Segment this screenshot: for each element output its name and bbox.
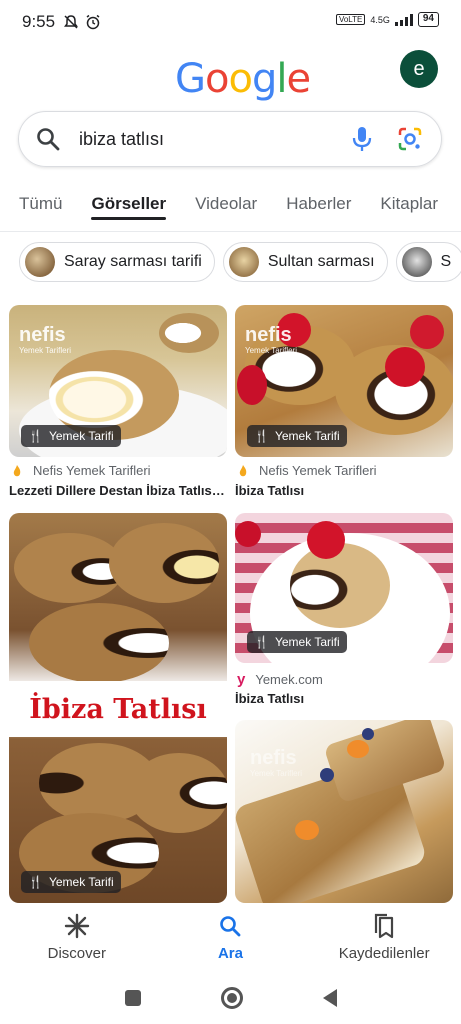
volte-badge: VoLTE: [335, 14, 366, 25]
bookmarks-icon: [372, 913, 396, 939]
blueberry: [362, 728, 374, 740]
result-title[interactable]: Lezzeti Dillere Destan İbiza Tatlısı ...: [9, 483, 227, 498]
result-image[interactable]: nefis Yemek Tarifleri 🍴 Yemek Tarifi: [235, 305, 453, 457]
network-type: 4.5G: [370, 14, 390, 25]
strawberry: [385, 347, 425, 387]
result-image[interactable]: 🍴 Yemek Tarifi: [235, 513, 453, 663]
logo-letter: o: [228, 56, 253, 102]
orange-slice: [295, 820, 319, 840]
nefis-watermark: nefis Yemek Tarifleri: [250, 748, 303, 782]
signal-icon: [394, 13, 413, 26]
tab-all[interactable]: Tümü: [19, 190, 62, 230]
notifications-off-icon: [64, 15, 79, 29]
system-navigation: [0, 972, 461, 1024]
strawberry: [410, 315, 444, 349]
strawberry: [307, 521, 345, 559]
fork-knife-icon: 🍴: [254, 635, 269, 649]
logo-letter: e: [286, 56, 311, 102]
nefis-favicon: [239, 464, 247, 476]
result-image[interactable]: nefis Yemek Tarifleri: [235, 720, 453, 903]
tab-videos[interactable]: Videolar: [195, 190, 257, 230]
watermark-subtext: Yemek Tarifleri: [245, 346, 298, 355]
blueberry: [320, 768, 334, 782]
search-tabs: Tümü Görseller Videolar Haberler Kitapla…: [0, 190, 461, 230]
source-name: Nefis Yemek Tarifleri: [33, 463, 151, 478]
back-button[interactable]: [322, 989, 337, 1007]
recipe-badge: 🍴 Yemek Tarifi: [21, 425, 121, 447]
orange-slice: [347, 740, 369, 758]
logo-letter: G: [175, 56, 206, 102]
result-title[interactable]: İbiza Tatlısı: [235, 691, 453, 706]
status-bar: 9:55 VoLTE 4.5G 94: [0, 0, 461, 44]
fork-knife-icon: 🍴: [254, 429, 269, 443]
tab-news[interactable]: Haberler: [286, 190, 351, 230]
chip-thumbnail: [25, 247, 55, 277]
result-source[interactable]: Nefis Yemek Tarifleri: [11, 463, 151, 478]
fork-knife-icon: 🍴: [28, 875, 43, 889]
discover-asterisk-icon: [64, 913, 90, 939]
fork-knife-icon: 🍴: [28, 429, 43, 443]
search-icon: [218, 913, 242, 939]
nefis-watermark: nefis Yemek Tarifleri: [245, 325, 298, 359]
strawberry: [237, 365, 267, 405]
chip-label: Sultan sarması: [267, 253, 375, 270]
recipe-badge: 🍴 Yemek Tarifi: [247, 631, 347, 653]
chip-thumbnail: [401, 247, 432, 277]
chip-label: S: [440, 253, 452, 270]
chip-label: Saray sarması tarifi: [64, 253, 202, 270]
status-time: 9:55: [22, 12, 56, 31]
logo-letter: g: [251, 56, 277, 102]
recipe-badge: 🍴 Yemek Tarifi: [21, 871, 121, 893]
recents-button[interactable]: [124, 990, 141, 1006]
badge-label: Yemek Tarifi: [274, 429, 340, 443]
search-icon: [37, 128, 60, 151]
related-chips: Saray sarması tarifi Sultan sarması S: [19, 242, 461, 282]
result-source[interactable]: y Yemek.com: [237, 671, 323, 688]
alarm-icon: [86, 14, 100, 30]
badge-label: Yemek Tarifi: [48, 875, 114, 889]
source-name: Nefis Yemek Tarifleri: [259, 463, 377, 478]
badge-label: Yemek Tarifi: [274, 635, 340, 649]
nav-search[interactable]: Ara: [160, 913, 300, 962]
nav-search-label: Ara: [217, 944, 243, 962]
nav-saved[interactable]: Kaydedilenler: [314, 913, 454, 962]
badge-label: Yemek Tarifi: [48, 429, 114, 443]
battery-icon: 94: [417, 12, 439, 27]
result-title[interactable]: İbiza Tatlısı: [235, 483, 453, 498]
nefis-watermark: nefis Yemek Tarifleri: [19, 325, 72, 359]
tabs-divider: [0, 231, 461, 232]
google-logo: Google: [175, 56, 311, 102]
watermark-subtext: Yemek Tarifleri: [19, 346, 72, 355]
nav-discover-label: Discover: [47, 944, 106, 962]
nefis-favicon: [13, 464, 21, 476]
chip-related-search[interactable]: Saray sarması tarifi: [19, 242, 215, 282]
result-image[interactable]: nefis Yemek Tarifleri 🍴 Yemek Tarifi: [9, 305, 227, 457]
logo-letter: l: [276, 56, 287, 102]
recipe-badge: 🍴 Yemek Tarifi: [247, 425, 347, 447]
logo-letter: o: [205, 56, 230, 102]
nav-saved-label: Kaydedilenler: [338, 944, 430, 962]
tab-images[interactable]: Görseller: [91, 190, 166, 230]
ibiza-banner-text: İbiza Tatlısı: [9, 681, 227, 737]
yemek-favicon: y: [237, 671, 246, 688]
result-source[interactable]: Nefis Yemek Tarifleri: [237, 463, 377, 478]
tab-books[interactable]: Kitaplar: [380, 190, 438, 230]
account-avatar[interactable]: e: [400, 50, 438, 88]
bottom-navigation: Discover Ara Kaydedilenler: [0, 903, 461, 971]
source-name: Yemek.com: [255, 672, 323, 687]
strawberry: [235, 521, 261, 547]
google-lens-icon[interactable]: [395, 124, 425, 154]
search-box[interactable]: ibiza tatlısı: [18, 111, 442, 167]
search-input[interactable]: ibiza tatlısı: [79, 129, 347, 150]
mic-icon[interactable]: [347, 124, 377, 154]
chip-thumbnail: [228, 247, 259, 277]
watermark-subtext: Yemek Tarifleri: [250, 769, 303, 778]
chip-related-search[interactable]: S: [395, 242, 461, 282]
chip-related-search[interactable]: Sultan sarması: [222, 242, 388, 282]
nav-discover[interactable]: Discover: [7, 913, 147, 962]
result-image[interactable]: İbiza Tatlısı 🍴 Yemek Tarifi: [9, 513, 227, 903]
home-button[interactable]: [220, 987, 243, 1009]
